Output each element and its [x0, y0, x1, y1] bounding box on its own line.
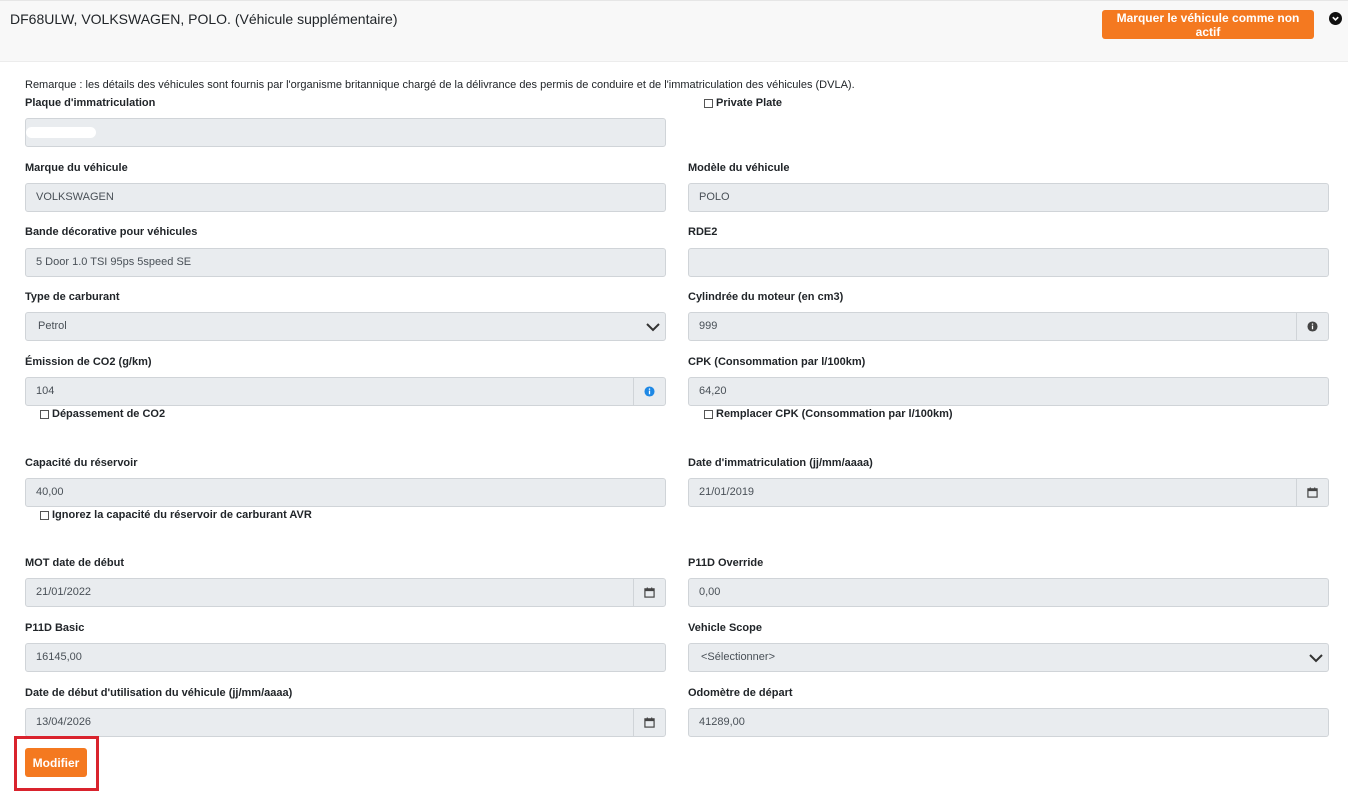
odometer-field[interactable]: 41289,00 — [688, 708, 1329, 737]
reg-date-label: Date d'immatriculation (jj/mm/aaaa) — [688, 457, 873, 469]
trim-label: Bande décorative pour véhicules — [25, 226, 198, 238]
model-label: Modèle du véhicule — [688, 162, 790, 174]
engine-info-addon[interactable] — [1296, 313, 1328, 340]
scope-select[interactable]: <Sélectionner> — [688, 643, 1329, 672]
trim-value: 5 Door 1.0 TSI 95ps 5speed SE — [36, 256, 192, 268]
cpk-field[interactable]: 64,20 — [688, 377, 1329, 406]
scope-label: Vehicle Scope — [688, 622, 762, 634]
co2-over-checkbox[interactable]: Dépassement de CO2 — [40, 408, 165, 420]
fuel-select[interactable]: Petrol — [25, 312, 666, 341]
p11d-override-label: P11D Override — [688, 557, 764, 569]
engine-label: Cylindrée du moteur (en cm3) — [688, 291, 844, 303]
checkbox-box[interactable] — [704, 98, 713, 108]
use-start-calendar-button[interactable] — [633, 709, 665, 736]
make-value: VOLKSWAGEN — [36, 191, 114, 203]
model-value: POLO — [699, 191, 730, 203]
reg-date-calendar-button[interactable] — [1296, 479, 1328, 506]
engine-field[interactable]: 999 — [688, 312, 1329, 341]
checkbox-box[interactable] — [40, 409, 49, 419]
trim-field[interactable]: 5 Door 1.0 TSI 95ps 5speed SE — [25, 248, 666, 277]
tank-ignore-label: Ignorez la capacité du réservoir de carb… — [52, 509, 312, 521]
fuel-value: Petrol — [38, 320, 67, 332]
scope-value: <Sélectionner> — [701, 651, 775, 663]
p11d-basic-value: 16145,00 — [36, 651, 82, 663]
make-label: Marque du véhicule — [25, 162, 128, 174]
p11d-override-value: 0,00 — [699, 586, 721, 598]
calendar-icon — [1307, 487, 1318, 498]
cpk-label: CPK (Consommation par l/100km) — [688, 356, 866, 368]
vehicle-header: DF68ULW, VOLKSWAGEN, POLO. (Véhicule sup… — [0, 0, 1348, 62]
remark-text: Remarque : les détails des véhicules son… — [25, 79, 855, 91]
mark-inactive-button[interactable]: Marquer le véhicule comme non actif — [1102, 10, 1314, 39]
info-icon — [1307, 321, 1318, 332]
p11d-basic-field[interactable]: 16145,00 — [25, 643, 666, 672]
plate-field[interactable] — [25, 118, 666, 147]
tank-field[interactable]: 40,00 — [25, 478, 666, 507]
mot-calendar-button[interactable] — [633, 579, 665, 606]
reg-date-value: 21/01/2019 — [699, 486, 755, 498]
chevron-down-icon — [1309, 654, 1323, 663]
p11d-basic-label: P11D Basic — [25, 622, 85, 634]
model-field[interactable]: POLO — [688, 183, 1329, 212]
reg-date-field[interactable]: 21/01/2019 — [688, 478, 1329, 507]
odometer-value: 41289,00 — [699, 716, 745, 728]
rde2-label: RDE2 — [688, 226, 718, 238]
rde2-field[interactable] — [688, 248, 1329, 277]
chevron-down-icon — [646, 323, 660, 332]
cpk-replace-checkbox[interactable]: Remplacer CPK (Consommation par l/100km) — [704, 408, 953, 420]
co2-label: Émission de CO2 (g/km) — [25, 356, 152, 368]
tank-label: Capacité du réservoir — [25, 457, 138, 469]
tank-ignore-checkbox[interactable]: Ignorez la capacité du réservoir de carb… — [40, 509, 312, 521]
modify-button[interactable]: Modifier — [25, 748, 87, 777]
mot-value: 21/01/2022 — [36, 586, 92, 598]
vehicle-title: DF68ULW, VOLKSWAGEN, POLO. (Véhicule sup… — [10, 11, 398, 27]
tank-value: 40,00 — [36, 486, 64, 498]
checkbox-box[interactable] — [704, 409, 713, 419]
use-start-value: 13/04/2026 — [36, 716, 92, 728]
info-icon — [644, 386, 655, 397]
plate-label: Plaque d'immatriculation — [25, 97, 156, 109]
engine-value: 999 — [699, 320, 718, 332]
mot-field[interactable]: 21/01/2022 — [25, 578, 666, 607]
checkbox-box[interactable] — [40, 510, 49, 520]
co2-field[interactable]: 104 — [25, 377, 666, 406]
private-plate-label: Private Plate — [716, 97, 783, 109]
co2-over-label: Dépassement de CO2 — [52, 408, 166, 420]
overlay-speck — [1218, 739, 1236, 742]
co2-info-addon[interactable] — [633, 378, 665, 405]
plate-redaction — [26, 127, 96, 138]
calendar-icon — [644, 717, 655, 728]
co2-value: 104 — [36, 385, 55, 397]
private-plate-checkbox[interactable]: Private Plate — [704, 97, 782, 109]
cpk-replace-label: Remplacer CPK (Consommation par l/100km) — [716, 408, 953, 420]
p11d-override-field[interactable]: 0,00 — [688, 578, 1329, 607]
cpk-value: 64,20 — [699, 385, 727, 397]
use-start-field[interactable]: 13/04/2026 — [25, 708, 666, 737]
make-field[interactable]: VOLKSWAGEN — [25, 183, 666, 212]
chevron-down-icon[interactable] — [1329, 12, 1342, 25]
use-start-label: Date de début d'utilisation du véhicule … — [25, 687, 293, 699]
odometer-label: Odomètre de départ — [688, 687, 793, 699]
mot-label: MOT date de début — [25, 557, 124, 569]
calendar-icon — [644, 587, 655, 598]
fuel-label: Type de carburant — [25, 291, 120, 303]
